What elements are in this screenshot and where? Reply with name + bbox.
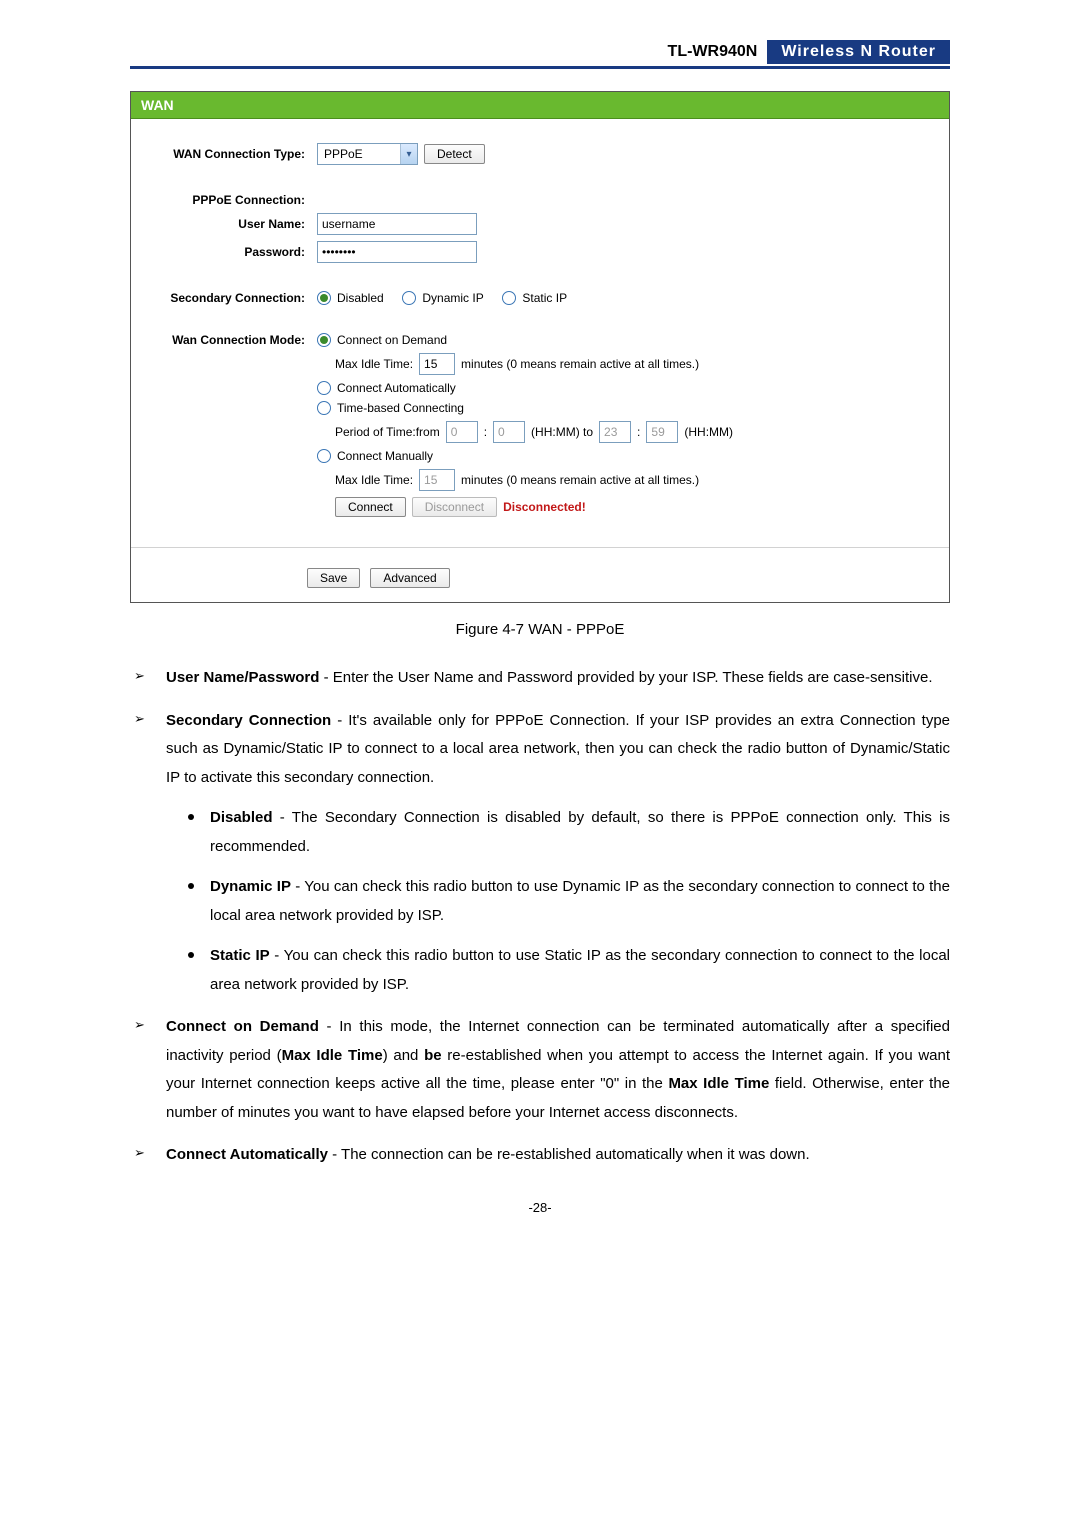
period-to-h-input[interactable] bbox=[599, 421, 631, 443]
wan-conn-type-label: WAN Connection Type: bbox=[145, 147, 317, 161]
mode-auto-text: Connect Automatically bbox=[337, 381, 456, 395]
mode-auto-radio[interactable] bbox=[317, 381, 331, 395]
advanced-button[interactable]: Advanced bbox=[370, 568, 449, 588]
username-label: User Name: bbox=[145, 217, 317, 231]
secondary-disabled-radio[interactable] bbox=[317, 291, 331, 305]
password-input[interactable] bbox=[317, 241, 477, 263]
connect-button[interactable]: Connect bbox=[335, 497, 406, 517]
wan-panel-title: WAN bbox=[131, 92, 949, 119]
list-item: Secondary Connection - It's available on… bbox=[130, 707, 950, 1000]
secondary-static-radio[interactable] bbox=[502, 291, 516, 305]
page-number: -28- bbox=[130, 1200, 950, 1215]
mode-time-text: Time-based Connecting bbox=[337, 401, 464, 415]
save-button[interactable]: Save bbox=[307, 568, 360, 588]
list-item: Dynamic IP - You can check this radio bu… bbox=[184, 873, 950, 930]
list-item: Disabled - The Secondary Connection is d… bbox=[184, 804, 950, 861]
mode-manual-text: Connect Manually bbox=[337, 449, 433, 463]
idle2-label: Max Idle Time: bbox=[335, 473, 413, 487]
disconnect-button[interactable]: Disconnect bbox=[412, 497, 497, 517]
idle1-label: Max Idle Time: bbox=[335, 357, 413, 371]
period-mid: (HH:MM) to bbox=[531, 425, 593, 439]
idle2-tail: minutes (0 means remain active at all ti… bbox=[461, 473, 699, 487]
wan-settings-screenshot: WAN WAN Connection Type: PPPoE ▾ Detect … bbox=[130, 91, 950, 603]
mode-demand-text: Connect on Demand bbox=[337, 333, 447, 347]
period-label: Period of Time:from bbox=[335, 425, 440, 439]
model-label: TL-WR940N bbox=[658, 40, 768, 64]
secondary-disabled-text: Disabled bbox=[337, 291, 384, 305]
detect-button[interactable]: Detect bbox=[424, 144, 485, 164]
list-item: Connect on Demand - In this mode, the In… bbox=[130, 1013, 950, 1127]
password-label: Password: bbox=[145, 245, 317, 259]
header-bar: TL-WR940N Wireless N Router bbox=[130, 40, 950, 69]
connection-status: Disconnected! bbox=[503, 500, 586, 514]
wan-mode-label: Wan Connection Mode: bbox=[145, 333, 317, 347]
idle2-input[interactable] bbox=[419, 469, 455, 491]
period-from-m-input[interactable] bbox=[493, 421, 525, 443]
secondary-dynamic-text: Dynamic IP bbox=[422, 291, 483, 305]
pppoe-section-label: PPPoE Connection: bbox=[145, 193, 317, 207]
secondary-dynamic-radio[interactable] bbox=[402, 291, 416, 305]
period-to-m-input[interactable] bbox=[646, 421, 678, 443]
secondary-conn-label: Secondary Connection: bbox=[145, 291, 317, 305]
idle1-input[interactable] bbox=[419, 353, 455, 375]
product-label: Wireless N Router bbox=[767, 40, 950, 64]
secondary-static-text: Static IP bbox=[522, 291, 567, 305]
period-from-h-input[interactable] bbox=[446, 421, 478, 443]
list-item: Connect Automatically - The connection c… bbox=[130, 1141, 950, 1170]
mode-manual-radio[interactable] bbox=[317, 449, 331, 463]
figure-caption: Figure 4-7 WAN - PPPoE bbox=[130, 621, 950, 638]
idle1-tail: minutes (0 means remain active at all ti… bbox=[461, 357, 699, 371]
list-item: Static IP - You can check this radio but… bbox=[184, 942, 950, 999]
username-input[interactable] bbox=[317, 213, 477, 235]
mode-time-radio[interactable] bbox=[317, 401, 331, 415]
mode-demand-radio[interactable] bbox=[317, 333, 331, 347]
period-tail: (HH:MM) bbox=[684, 425, 733, 439]
list-item: User Name/Password - Enter the User Name… bbox=[130, 664, 950, 693]
description-list: User Name/Password - Enter the User Name… bbox=[130, 664, 950, 1170]
chevron-down-icon: ▾ bbox=[400, 144, 417, 164]
wan-conn-type-select[interactable]: PPPoE ▾ bbox=[317, 143, 418, 165]
divider bbox=[131, 547, 949, 548]
